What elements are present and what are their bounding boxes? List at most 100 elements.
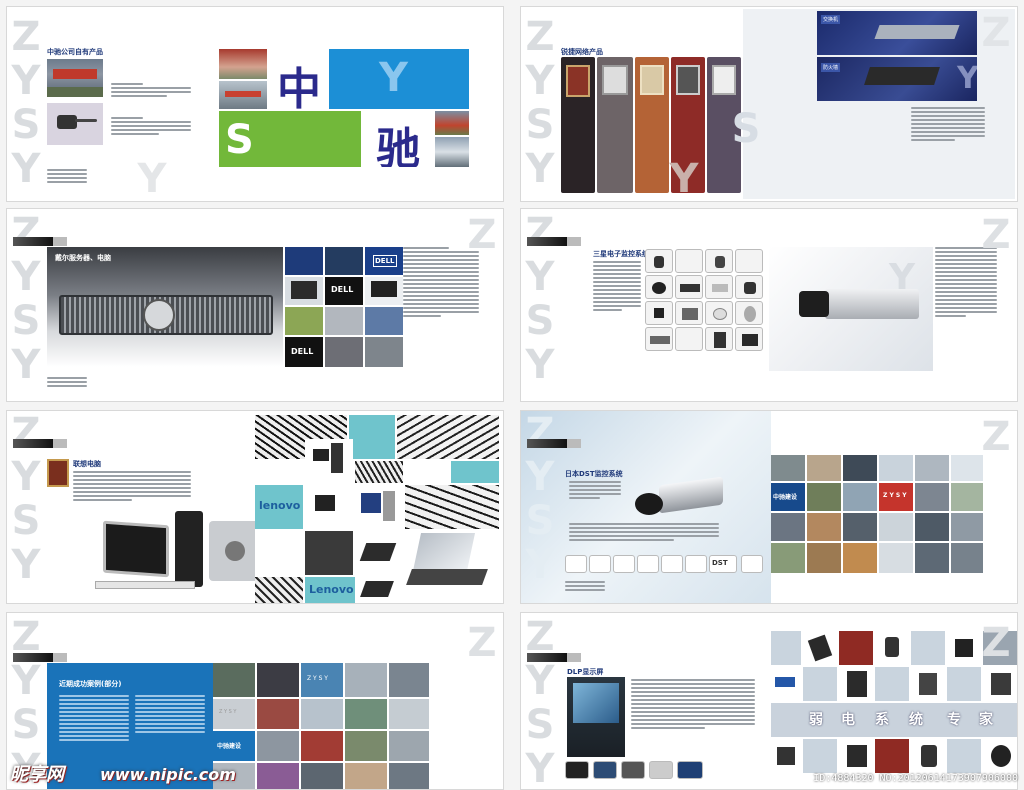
camera-thumb bbox=[675, 327, 703, 351]
section-tab bbox=[527, 237, 581, 246]
camera-thumb bbox=[735, 275, 763, 299]
section-heading: 近期成功案例(部分) bbox=[59, 680, 122, 688]
block-green-s: S bbox=[219, 111, 361, 167]
section-heading: 三星电子监控系统 bbox=[593, 250, 649, 258]
section-tab bbox=[527, 439, 581, 448]
certificate-frame bbox=[47, 459, 69, 487]
photo-sign bbox=[219, 81, 267, 109]
camera-thumb bbox=[705, 327, 733, 351]
site-watermark: 昵享网 www.nipic.com ID:4884320 NO:20120614… bbox=[0, 760, 1024, 790]
dst-thumb bbox=[613, 555, 635, 573]
zysy-letter: Y bbox=[11, 342, 41, 388]
dst-thumb bbox=[741, 555, 763, 573]
zysy-letter: S bbox=[525, 298, 555, 344]
letter-y: Y bbox=[379, 55, 408, 101]
photo-cable-device bbox=[47, 103, 103, 145]
hero-dst-camera bbox=[629, 467, 729, 523]
dst-thumb bbox=[685, 555, 707, 573]
photo-vehicles bbox=[435, 137, 469, 167]
cert-panel-orange bbox=[635, 57, 669, 193]
char-chi: 驰 bbox=[376, 124, 420, 167]
letter-s: S bbox=[225, 117, 254, 163]
faded-z: Z bbox=[467, 212, 497, 258]
hero-samsung-camera: Y bbox=[769, 247, 933, 371]
dst-thumb bbox=[661, 555, 683, 573]
zysy-letter: Z bbox=[525, 14, 555, 60]
faded-y: Y bbox=[669, 156, 699, 202]
zysy-letter: S bbox=[525, 102, 555, 148]
tree-photo bbox=[397, 415, 499, 459]
camera-thumb bbox=[645, 327, 673, 351]
watermark-id: ID:4884320 NO:20120614173907906000 bbox=[813, 773, 1018, 784]
spread-dst: Z Y S Y 日本DST监控系统 DST 中驰建设 Z Y S Y Z bbox=[520, 410, 1018, 604]
dst-thumb: DST bbox=[709, 555, 737, 573]
slogan-char: 弱 bbox=[809, 712, 823, 728]
zysy-letter: S bbox=[11, 102, 41, 148]
slogan-char: 家 bbox=[979, 712, 993, 728]
faded-y: Y bbox=[889, 257, 916, 298]
watermark-url: www.nipic.com bbox=[100, 765, 236, 784]
body-text bbox=[935, 245, 997, 363]
camera-thumb bbox=[735, 249, 763, 273]
label-zysy: Z Y S Y bbox=[307, 675, 328, 682]
section-heading: 锐捷网络产品 bbox=[561, 48, 603, 56]
body-text bbox=[593, 259, 641, 355]
camera-thumb bbox=[705, 275, 733, 299]
photo-pc bbox=[255, 461, 303, 483]
zysy-letter: Y bbox=[525, 542, 555, 588]
photo-dlp-cabinet bbox=[567, 677, 625, 757]
photo-switch: 交换机 bbox=[817, 11, 977, 55]
lenovo-logo: lenovo bbox=[259, 499, 301, 512]
zysy-letter: Y bbox=[11, 58, 41, 104]
photo-laptop-open bbox=[405, 531, 499, 597]
block-zhong: 中 bbox=[269, 49, 329, 109]
zysy-letter: Z bbox=[525, 210, 555, 256]
zysy-letter: Z bbox=[525, 410, 555, 456]
teal-block bbox=[451, 461, 499, 483]
photo-building-red bbox=[219, 49, 267, 79]
photo-monitor bbox=[305, 485, 353, 529]
zysy-vertical-text: Z Y S Y bbox=[525, 411, 555, 587]
zysy-letter: Z bbox=[11, 14, 41, 60]
faded-y: Y bbox=[137, 156, 167, 202]
label-zhongchi: 中驰建设 bbox=[217, 743, 242, 750]
zysy-letter: Y bbox=[525, 454, 555, 500]
faded-z: Z bbox=[981, 620, 1011, 666]
section-tab bbox=[13, 439, 67, 448]
faded-z: Z bbox=[981, 414, 1011, 460]
dst-label: DST bbox=[712, 559, 728, 567]
faded-z: Z bbox=[981, 10, 1011, 56]
dst-thumb bbox=[637, 555, 659, 573]
faded-s: S bbox=[731, 106, 761, 152]
zysy-letter: S bbox=[11, 498, 41, 544]
camera-thumb bbox=[645, 275, 673, 299]
contact-text bbox=[47, 375, 87, 395]
tree-photo bbox=[405, 485, 499, 529]
dst-thumb bbox=[589, 555, 611, 573]
zysy-letter: Z bbox=[11, 410, 41, 456]
block-chi: 驰 bbox=[363, 111, 433, 167]
dst-thumb bbox=[565, 555, 587, 573]
body-text bbox=[403, 245, 479, 363]
zysy-letter: Y bbox=[525, 342, 555, 388]
lenovo-logo: Lenovo bbox=[309, 583, 354, 596]
zysy-letter: Y bbox=[11, 658, 41, 704]
slogan-char: 专 bbox=[947, 712, 961, 728]
zysy-vertical-text: Z Y S Y bbox=[525, 15, 555, 191]
zysy-letter: S bbox=[11, 702, 41, 748]
section-tab bbox=[527, 653, 581, 662]
photo-firewall: 防火墙 Y bbox=[817, 57, 977, 101]
label-zysy: Z Y S Y bbox=[883, 492, 907, 499]
faded-z: Z bbox=[981, 212, 1011, 258]
zysy-letter: Y bbox=[11, 542, 41, 588]
label-zhongchi: 中驰建设 bbox=[773, 494, 798, 501]
photo-gate bbox=[47, 59, 103, 97]
zysy-vertical-text: Z Y S Y bbox=[11, 411, 41, 587]
camera-thumb bbox=[705, 249, 733, 273]
camera-thumb bbox=[675, 301, 703, 325]
zysy-letter: Y bbox=[11, 146, 41, 192]
section-heading: 联想电脑 bbox=[73, 460, 101, 468]
spread-ruijie: Z Y S Y 锐捷网络产品 Y 交换机 防火墙 Y S Z bbox=[520, 6, 1018, 202]
camera-thumb bbox=[735, 327, 763, 351]
teal-block bbox=[349, 415, 395, 459]
